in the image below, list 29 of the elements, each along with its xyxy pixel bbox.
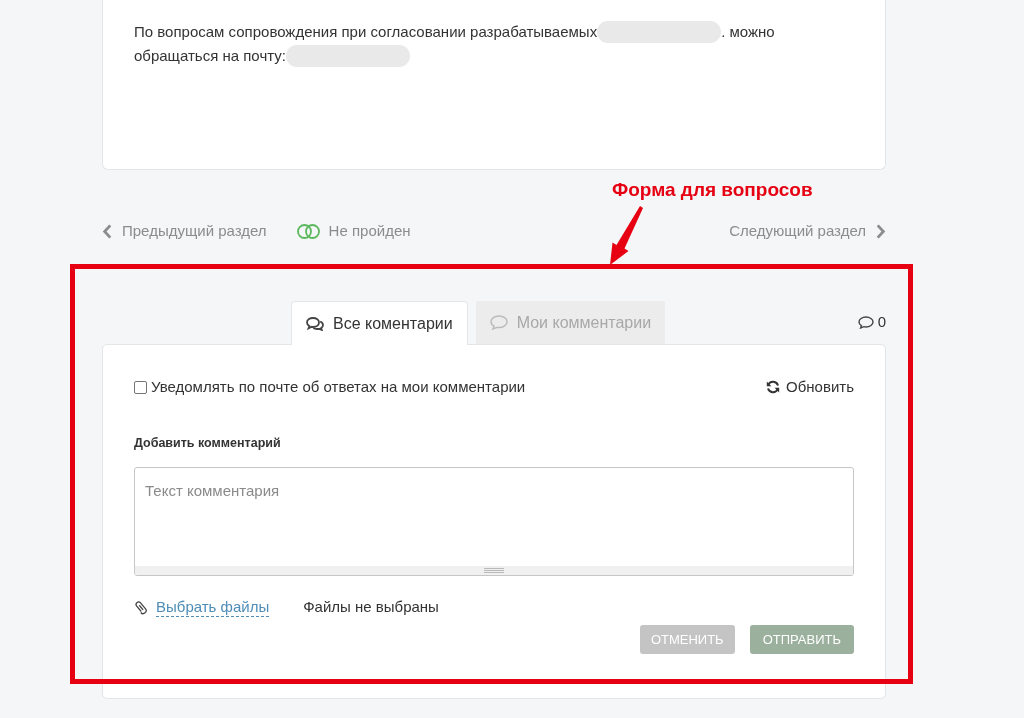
tab[interactable]: Мои комментарии xyxy=(475,301,666,344)
rings-icon xyxy=(296,223,320,239)
info-text: обращаться на почту: xyxy=(134,45,286,66)
next-section-link[interactable]: Следующий раздел xyxy=(729,219,886,243)
arrow-icon xyxy=(607,205,643,265)
add-comment-heading: Добавить комментарий xyxy=(134,434,282,452)
status-label: Не пройден xyxy=(328,220,411,241)
comments-icon xyxy=(306,316,324,331)
comment-field[interactable]: Текст комментария xyxy=(134,467,854,576)
info-text: . можно xyxy=(721,21,775,42)
refresh-button[interactable]: Обновить xyxy=(766,375,854,399)
previous-section-link[interactable]: Предыдущий раздел xyxy=(102,219,267,243)
refresh-icon xyxy=(766,380,781,394)
paperclip-icon xyxy=(134,599,147,615)
annotation-label: Форма для вопросов xyxy=(612,178,813,202)
notify-label: Уведомлять по почте об ответах на мои комментарии xyxy=(151,376,526,397)
choose-files-link[interactable]: Выбрать файлы xyxy=(156,597,270,617)
submit-button[interactable]: ОТПРАВИТЬ xyxy=(749,625,854,654)
comment-icon xyxy=(857,316,874,329)
resize-grip-icon xyxy=(484,568,504,573)
comment-icon xyxy=(489,315,508,330)
chevron-right-icon xyxy=(876,223,886,239)
comment-count: 0 xyxy=(877,312,886,333)
chevron-left-icon xyxy=(102,223,112,239)
info-text: По вопросам сопровождения при согласовании разрабатываемых xyxy=(134,21,598,42)
cancel-button[interactable]: ОТМЕНИТЬ xyxy=(639,625,735,654)
files-status: Файлы не выбраны xyxy=(303,596,439,617)
notify-checkbox[interactable] xyxy=(134,380,147,394)
tab[interactable]: Все коментарии xyxy=(291,301,468,345)
